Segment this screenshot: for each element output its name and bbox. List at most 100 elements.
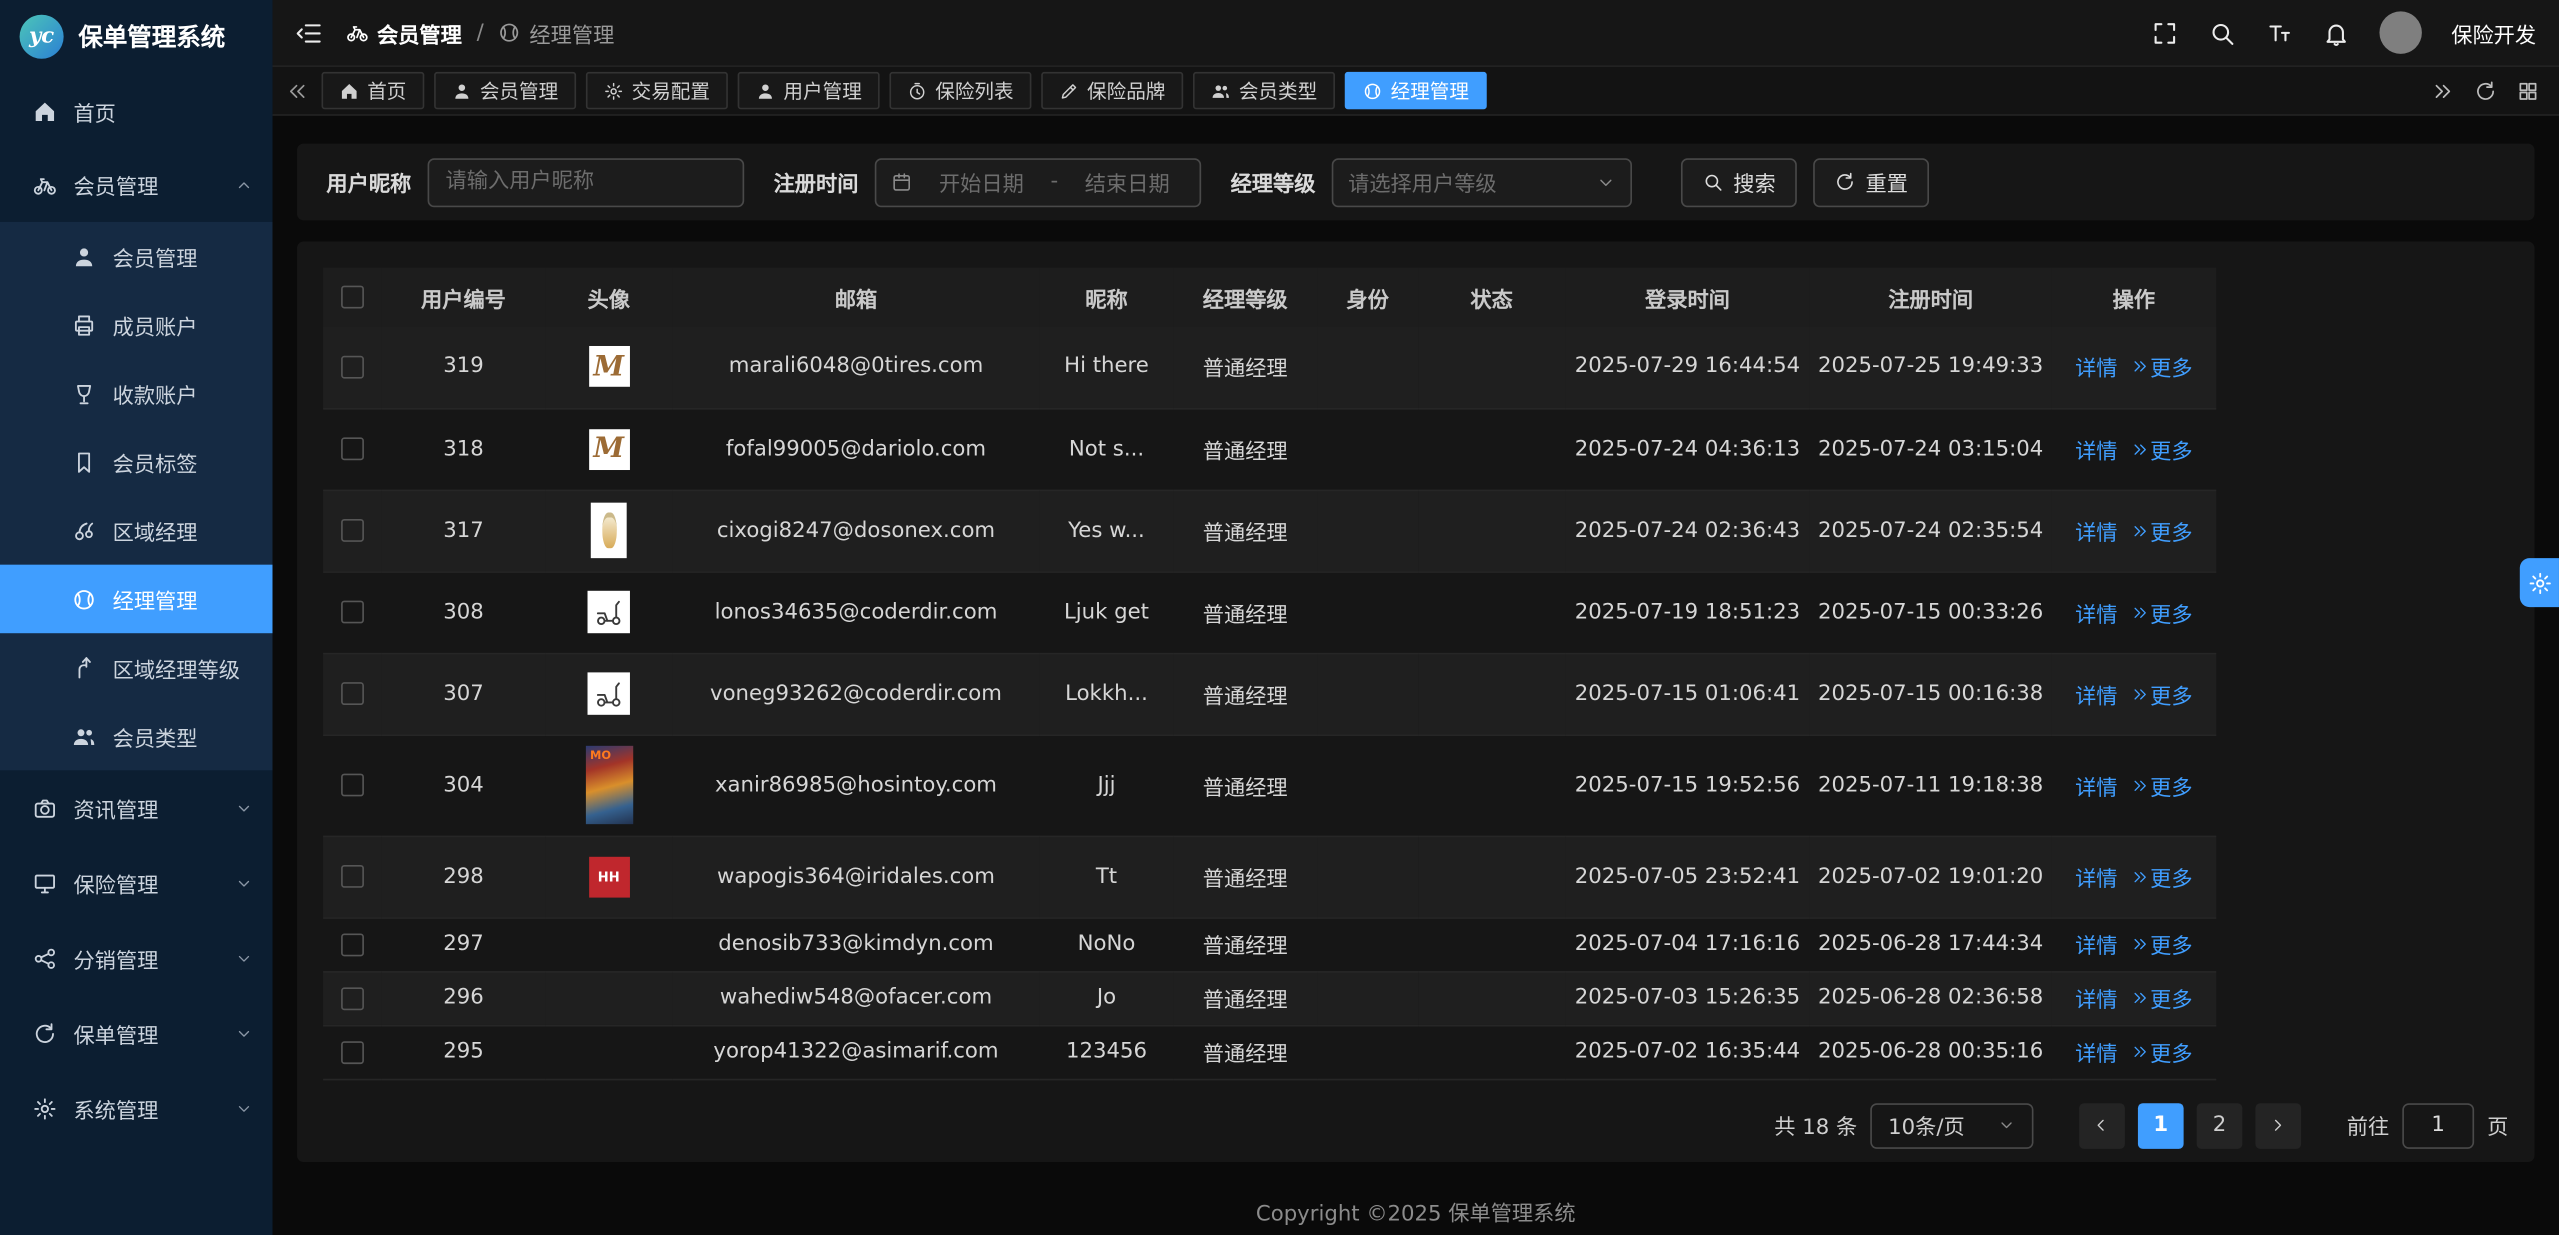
more-link[interactable]: 更多 (2131, 596, 2193, 627)
tab-user-management[interactable]: 用户管理 (738, 72, 880, 110)
row-checkbox[interactable] (341, 519, 364, 542)
tabs-scroll-right-button[interactable] (2432, 79, 2455, 102)
manager-level-select[interactable]: 请选择用户等级 (1332, 157, 1632, 206)
more-link[interactable]: 更多 (2131, 861, 2193, 892)
detail-link[interactable]: 详情 (2075, 769, 2117, 800)
sidebar-item-member-tags[interactable]: 会员标签 (0, 428, 273, 497)
sidebar-item-regional-manager[interactable]: 区域经理 (0, 496, 273, 565)
search-icon (1702, 171, 1723, 192)
sidebar-item-home[interactable]: 首页 (0, 75, 273, 147)
row-select-cell (323, 571, 382, 653)
tab-member-management[interactable]: 会员管理 (434, 72, 576, 110)
dbl-right-icon (2131, 603, 2149, 621)
calendar-icon (891, 171, 912, 192)
user-id: 318 (382, 408, 545, 490)
identity (1317, 490, 1418, 572)
sidebar-item-label: 区域经理 (113, 515, 253, 546)
settings-drawer-button[interactable] (2520, 558, 2559, 607)
status (1418, 971, 1565, 1025)
nickname-input[interactable] (428, 157, 745, 206)
row-select-cell (323, 326, 382, 408)
tabs-refresh-button[interactable] (2474, 79, 2497, 102)
search-button[interactable] (2208, 19, 2236, 47)
notifications-button[interactable] (2322, 19, 2350, 47)
row-checkbox[interactable] (341, 987, 364, 1010)
login-time: 2025-07-24 02:36:43 (1565, 490, 1810, 572)
sidebar-item-payment-accounts[interactable]: 收款账户 (0, 359, 273, 428)
tab-manager-management[interactable]: 经理管理 (1345, 72, 1487, 110)
detail-link[interactable]: 详情 (2075, 596, 2117, 627)
dbl-right-icon (2131, 776, 2149, 794)
tabs-scroll-left-button[interactable] (286, 79, 309, 102)
page-unit-label: 页 (2487, 1110, 2508, 1141)
sidebar-item-news-management[interactable]: 资讯管理 (0, 770, 273, 845)
date-range-picker[interactable]: 开始日期 - 结束日期 (875, 157, 1201, 206)
sidebar-item-policy-management[interactable]: 保单管理 (0, 996, 273, 1071)
tab-insurance-brand[interactable]: 保险品牌 (1041, 72, 1183, 110)
detail-link[interactable]: 详情 (2075, 515, 2117, 546)
tab-trade-config[interactable]: 交易配置 (586, 72, 728, 110)
row-checkbox[interactable] (341, 437, 364, 460)
table-row: 308lonos34635@coderdir.comLjuk get普通经理20… (323, 571, 2216, 653)
search-button[interactable]: 搜索 (1681, 157, 1797, 206)
avatar-cell (545, 917, 672, 971)
sidebar-item-manager-management[interactable]: 经理管理 (0, 565, 273, 634)
avatar-text: M (593, 432, 624, 465)
more-link[interactable]: 更多 (2131, 1036, 2193, 1067)
tabs-layout-button[interactable] (2517, 79, 2540, 102)
page-size-select[interactable]: 10条/页 (1870, 1102, 2033, 1148)
avatar[interactable] (2379, 11, 2421, 53)
identity (1317, 971, 1418, 1025)
more-link[interactable]: 更多 (2131, 982, 2193, 1013)
page-button-2[interactable]: 2 (2197, 1102, 2243, 1148)
goto-page-input[interactable] (2402, 1102, 2474, 1148)
more-link[interactable]: 更多 (2131, 769, 2193, 800)
detail-link[interactable]: 详情 (2075, 929, 2117, 960)
select-all-checkbox[interactable] (341, 286, 364, 309)
detail-link[interactable]: 详情 (2075, 433, 2117, 464)
sidebar-item-member-management[interactable]: 会员管理 (0, 147, 273, 222)
sidebar-item-system-management[interactable]: 系统管理 (0, 1071, 273, 1146)
row-checkbox[interactable] (341, 865, 364, 888)
sidebar-item-insurance-management[interactable]: 保险管理 (0, 845, 273, 920)
more-link-label: 更多 (2150, 929, 2192, 960)
tab-member-types[interactable]: 会员类型 (1193, 72, 1335, 110)
tab-home[interactable]: 首页 (322, 72, 425, 110)
detail-link[interactable]: 详情 (2075, 861, 2117, 892)
sidebar-item-label: 成员账户 (113, 309, 253, 340)
tab-label: 首页 (367, 77, 406, 105)
tab-insurance-list[interactable]: 保险列表 (890, 72, 1032, 110)
row-checkbox[interactable] (341, 933, 364, 956)
row-checkbox[interactable] (341, 601, 364, 624)
sidebar-item-regional-manager-level[interactable]: 区域经理等级 (0, 633, 273, 702)
level-placeholder: 请选择用户等级 (1348, 166, 1497, 197)
page-button-1[interactable]: 1 (2138, 1102, 2184, 1148)
fullscreen-button[interactable] (2151, 19, 2179, 47)
font-size-button[interactable] (2265, 19, 2293, 47)
collapse-sidebar-button[interactable] (295, 19, 323, 47)
prev-page-button[interactable] (2079, 1102, 2125, 1148)
row-checkbox[interactable] (341, 774, 364, 797)
detail-link[interactable]: 详情 (2075, 982, 2117, 1013)
sidebar-item-distribution-management[interactable]: 分销管理 (0, 920, 273, 995)
detail-link[interactable]: 详情 (2075, 1036, 2117, 1067)
more-link[interactable]: 更多 (2131, 433, 2193, 464)
detail-link[interactable]: 详情 (2075, 678, 2117, 709)
more-link[interactable]: 更多 (2131, 929, 2193, 960)
reset-button[interactable]: 重置 (1813, 157, 1929, 206)
breadcrumb-item-member-management[interactable]: 会员管理 (346, 17, 462, 48)
more-link[interactable]: 更多 (2131, 678, 2193, 709)
more-link[interactable]: 更多 (2131, 515, 2193, 546)
row-checkbox[interactable] (341, 355, 364, 378)
detail-link[interactable]: 详情 (2075, 351, 2117, 382)
sidebar-item-member-accounts[interactable]: 成员账户 (0, 290, 273, 359)
next-page-button[interactable] (2255, 1102, 2301, 1148)
dbl-right-icon (2131, 989, 2149, 1007)
sidebar-item-member-types[interactable]: 会员类型 (0, 702, 273, 771)
sidebar-item-member-management[interactable]: 会员管理 (0, 222, 273, 291)
row-checkbox[interactable] (341, 1040, 364, 1063)
login-time: 2025-07-03 15:26:35 (1565, 971, 1810, 1025)
row-checkbox[interactable] (341, 682, 364, 705)
more-link[interactable]: 更多 (2131, 351, 2193, 382)
chevron-down-icon (235, 1099, 253, 1117)
